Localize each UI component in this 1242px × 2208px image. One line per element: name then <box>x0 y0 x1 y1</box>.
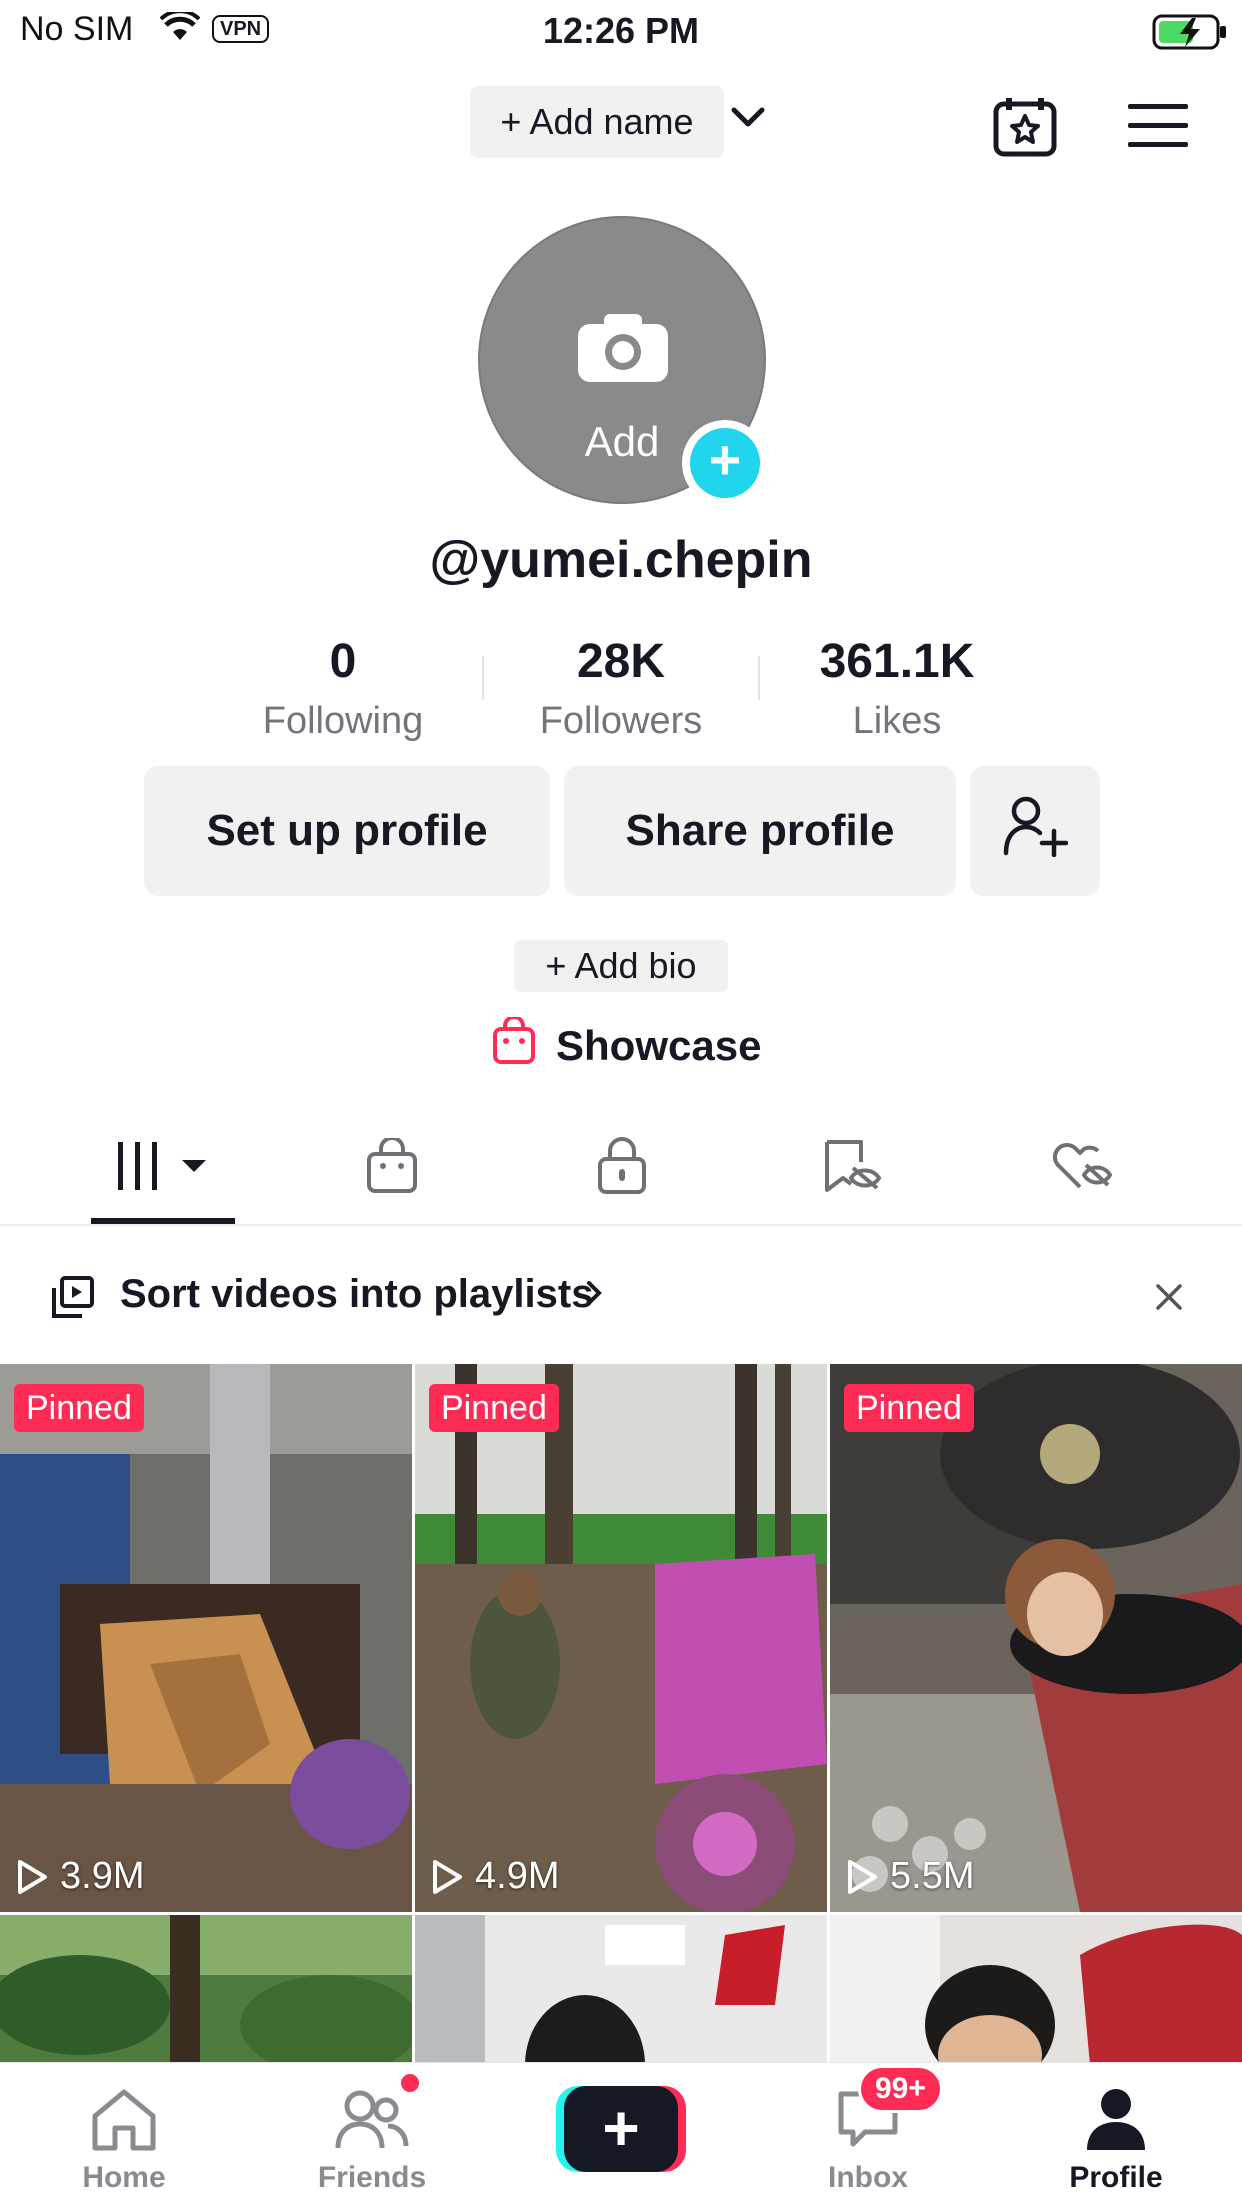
add-name-button[interactable]: + Add name <box>470 86 724 158</box>
add-friend-button[interactable] <box>970 766 1100 896</box>
video-image <box>0 1364 412 1912</box>
following-count: 0 <box>329 635 357 688</box>
add-bio-button[interactable]: + Add bio <box>514 940 728 992</box>
nav-home-label: Home <box>82 2161 166 2194</box>
friends-icon <box>272 2081 472 2157</box>
profile-icon <box>1016 2081 1216 2157</box>
tab-shop[interactable] <box>332 1128 452 1208</box>
video-image <box>830 1915 1242 2064</box>
nav-friends[interactable]: Friends <box>272 2071 472 2195</box>
calendar-star-icon[interactable] <box>992 96 1058 163</box>
video-grid: Pinned 3.9M Pinned 4.9M Pinned 5.5M <box>0 1364 1242 2064</box>
battery-icon <box>1152 14 1228 55</box>
share-profile-button[interactable]: Share profile <box>564 766 956 896</box>
bookmark-hidden-icon <box>821 1138 883 1199</box>
showcase-link[interactable]: Showcase <box>492 1015 762 1076</box>
nav-inbox[interactable]: 99+ Inbox <box>768 2065 968 2195</box>
video-image <box>415 1364 827 1912</box>
tab-videos[interactable] <box>102 1128 226 1208</box>
chevron-right-icon <box>584 1278 604 1313</box>
heart-hidden-icon <box>1050 1139 1114 1198</box>
lock-icon <box>597 1136 647 1200</box>
stat-following[interactable]: 0 Following <box>218 634 468 743</box>
shopping-bag-icon <box>492 1015 556 1075</box>
nav-profile-label: Profile <box>1069 2161 1163 2194</box>
inbox-badge: 99+ <box>858 2065 943 2113</box>
pinned-badge: Pinned <box>429 1384 559 1432</box>
video-thumbnail[interactable] <box>0 1915 412 2064</box>
followers-count: 28K <box>576 635 666 688</box>
camera-icon <box>576 312 670 389</box>
video-thumbnail[interactable] <box>830 1915 1242 2064</box>
menu-icon[interactable] <box>1128 102 1188 155</box>
video-thumbnail[interactable]: Pinned 3.9M <box>0 1364 412 1912</box>
set-up-profile-button[interactable]: Set up profile <box>144 766 550 896</box>
playlist-banner[interactable]: Sort videos into playlists <box>0 1226 1242 1364</box>
divider <box>758 656 760 700</box>
add-friend-icon <box>1002 795 1069 868</box>
view-count: 4.9M <box>431 1855 559 1898</box>
video-image <box>415 1915 827 2064</box>
following-label: Following <box>262 700 424 742</box>
video-image <box>0 1915 412 2064</box>
followers-label: Followers <box>539 700 703 742</box>
video-thumbnail[interactable]: Pinned 5.5M <box>830 1364 1242 1912</box>
status-bar: No SIM VPN 12:26 PM <box>0 0 1242 64</box>
video-thumbnail[interactable]: Pinned 4.9M <box>415 1364 827 1912</box>
clock: 12:26 PM <box>542 10 700 51</box>
username: @yumei.chepin <box>429 531 813 589</box>
view-count-value: 4.9M <box>475 1855 560 1897</box>
view-count: 3.9M <box>16 1855 144 1898</box>
profile-stats: 0 Following 28K Followers 361.1K Likes <box>0 634 1242 744</box>
nav-friends-label: Friends <box>317 2161 427 2194</box>
playlist-banner-text: Sort videos into playlists <box>120 1272 594 1316</box>
play-icon <box>848 1859 877 1894</box>
plus-icon: + <box>564 2086 678 2172</box>
create-button[interactable]: + <box>556 2086 686 2172</box>
nav-inbox-label: Inbox <box>828 2161 908 2194</box>
shopping-bag-icon <box>366 1135 418 1199</box>
plus-icon: + <box>690 428 760 498</box>
pinned-badge: Pinned <box>844 1384 974 1432</box>
notification-dot <box>398 2071 422 2095</box>
chevron-down-icon[interactable] <box>728 104 768 137</box>
showcase-label: Showcase <box>556 1022 762 1069</box>
playlist-icon <box>50 1276 94 1323</box>
stat-followers[interactable]: 28K Followers <box>496 634 746 743</box>
video-thumbnail[interactable] <box>415 1915 827 2064</box>
tab-reposts[interactable] <box>792 1128 912 1208</box>
tab-liked[interactable] <box>1022 1128 1142 1208</box>
divider <box>482 656 484 700</box>
pinned-badge: Pinned <box>14 1384 144 1432</box>
likes-count: 361.1K <box>819 635 975 688</box>
close-icon[interactable] <box>1154 1282 1184 1317</box>
nav-home[interactable]: Home <box>24 2081 224 2195</box>
likes-label: Likes <box>852 700 942 742</box>
view-count-value: 5.5M <box>890 1855 975 1897</box>
add-avatar-button[interactable]: + <box>682 420 768 506</box>
play-icon <box>433 1859 462 1894</box>
nav-profile[interactable]: Profile <box>1016 2081 1216 2195</box>
tab-private[interactable] <box>562 1128 682 1208</box>
view-count-value: 3.9M <box>60 1855 145 1897</box>
video-image <box>830 1364 1242 1912</box>
view-count: 5.5M <box>846 1855 974 1898</box>
stat-likes[interactable]: 361.1K Likes <box>772 634 1022 743</box>
content-tabs <box>0 1118 1242 1226</box>
grid-icon <box>116 1140 212 1197</box>
home-icon <box>24 2081 224 2157</box>
play-icon <box>18 1859 47 1894</box>
